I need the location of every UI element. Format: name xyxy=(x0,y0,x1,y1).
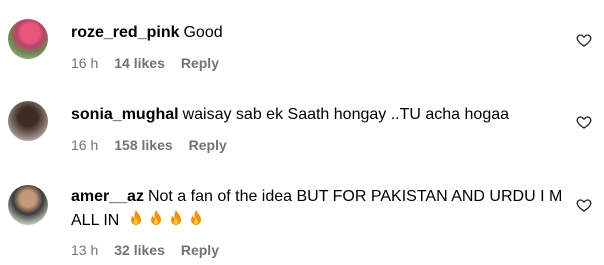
comment-text: sonia_mughal waisay sab ek Saath hongay .… xyxy=(71,103,564,127)
comment-meta: 13 h 32 likes Reply xyxy=(71,242,235,258)
comment-meta: 16 h 158 likes Reply xyxy=(71,137,243,153)
comment-time: 16 h xyxy=(71,55,99,71)
comment-time: 13 h xyxy=(71,242,99,258)
comment-likes[interactable]: 14 likes xyxy=(114,55,165,71)
avatar[interactable] xyxy=(8,19,48,59)
fire-emoji-icon xyxy=(148,209,164,235)
comment-body: Not a fan of the idea BUT FOR PAKISTAN A… xyxy=(71,188,563,229)
fire-emoji-icon xyxy=(188,209,204,235)
avatar[interactable] xyxy=(8,101,48,141)
comment-likes[interactable]: 32 likes xyxy=(114,242,165,258)
fire-emoji-icon xyxy=(168,209,184,235)
comment-3: amer__az Not a fan of the idea BUT FOR PA… xyxy=(0,178,604,265)
comment-body: waisay sab ek Saath hongay ..TU acha hog… xyxy=(182,106,510,123)
heart-outline-icon[interactable] xyxy=(576,32,592,48)
reply-button[interactable]: Reply xyxy=(181,55,219,71)
reply-button[interactable]: Reply xyxy=(189,137,227,153)
reply-button[interactable]: Reply xyxy=(181,242,219,258)
fire-emoji-icon xyxy=(128,209,144,235)
comment-likes[interactable]: 158 likes xyxy=(114,137,172,153)
comment-time: 16 h xyxy=(71,137,99,153)
comment-text: amer__az Not a fan of the idea BUT FOR PA… xyxy=(71,185,564,235)
comment-text: roze_red_pink Good xyxy=(71,21,564,45)
comment-meta: 16 h 14 likes Reply xyxy=(71,55,235,71)
avatar[interactable] xyxy=(8,185,48,225)
heart-outline-icon[interactable] xyxy=(576,114,592,130)
heart-outline-icon[interactable] xyxy=(576,197,592,213)
comment-username[interactable]: sonia_mughal xyxy=(71,106,179,123)
comment-username[interactable]: roze_red_pink xyxy=(71,24,179,41)
comment-2: sonia_mughal waisay sab ek Saath hongay .… xyxy=(0,91,604,161)
comment-1: roze_red_pink Good 16 h 14 likes Reply xyxy=(0,14,604,74)
comment-username[interactable]: amer__az xyxy=(71,188,144,205)
comment-body: Good xyxy=(183,24,223,41)
